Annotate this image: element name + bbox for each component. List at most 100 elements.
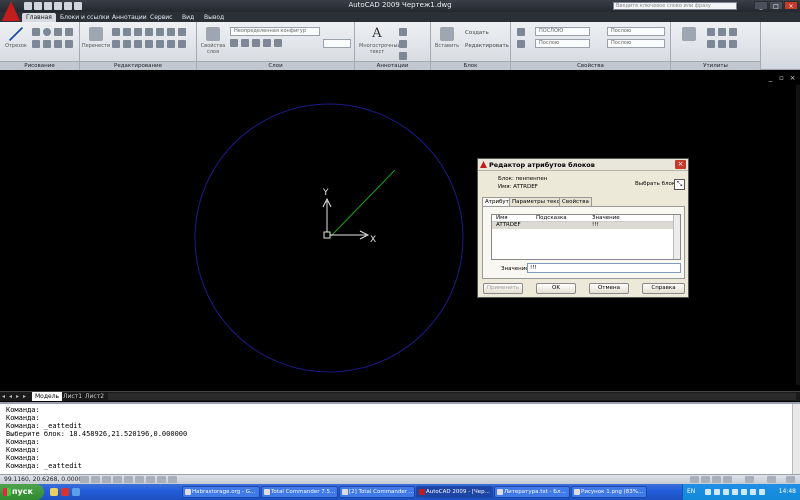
annotation-scale-icon[interactable] [745,476,754,483]
workspace-icon[interactable] [767,476,776,483]
rotate-icon[interactable] [112,28,120,36]
last-layout-icon[interactable]: ▸ [23,393,29,400]
zoom-icon[interactable] [723,476,732,483]
command-scrollbar[interactable] [792,404,800,474]
panel-utilities-title[interactable]: Утилиты [671,61,760,70]
linetype-combo[interactable]: Послою [535,39,590,48]
polar-toggle[interactable] [113,476,122,483]
column-value[interactable]: Значение [592,215,620,222]
polyline-icon[interactable] [32,28,40,36]
tab-properties[interactable]: Свойства [559,197,592,206]
panel-modify-title[interactable]: Редактирование [80,61,196,70]
dimension-icon[interactable] [399,28,407,36]
line-entity[interactable] [330,169,396,237]
tray-misc-icon[interactable] [759,489,765,495]
prev-layout-icon[interactable]: ◂ [9,393,15,400]
mtext-tool[interactable]: A Многострочный текст [359,27,401,56]
color-combo[interactable]: ПОСЛОЮ [535,27,590,36]
tray-app-icon[interactable] [705,489,711,495]
trim-icon[interactable] [123,28,131,36]
tray-update-icon[interactable] [741,489,747,495]
clock[interactable]: 14:48 [779,488,796,495]
plotstyle-combo[interactable]: Послою [607,39,665,48]
circle-icon[interactable] [43,28,51,36]
task-totalcmd2[interactable]: [2] Total Commander ... [339,486,415,498]
layer-lock-icon[interactable] [252,39,260,47]
column-name[interactable]: Имя [496,215,508,222]
layer-color-icon[interactable] [263,39,271,47]
help-button[interactable]: Справка [642,283,685,294]
tray-volume-icon[interactable] [723,489,729,495]
panel-draw-title[interactable]: Рисование [0,61,79,70]
lwt-toggle[interactable] [168,476,177,483]
list-icon[interactable] [517,40,525,48]
grid-toggle[interactable] [91,476,100,483]
table-icon[interactable] [399,52,407,60]
lineweight-combo[interactable]: Послою [607,27,665,36]
edit-block-button[interactable]: Редактировать [465,43,509,49]
maximize-icon[interactable]: □ [769,1,783,10]
quicklaunch-browser-icon[interactable] [61,488,69,496]
value-input[interactable]: !!! [527,263,681,273]
layer-match-icon[interactable] [274,39,282,47]
rectangle-icon[interactable] [65,28,73,36]
join-icon[interactable] [178,40,186,48]
layer-combo[interactable]: Неопределенная конфигур [230,27,320,36]
tray-antivirus-icon[interactable] [732,489,738,495]
start-button[interactable]: пуск [0,484,44,500]
tab-annotation[interactable]: Аннотации [108,13,151,22]
mirror-icon[interactable] [156,28,164,36]
arc-icon[interactable] [54,28,62,36]
find-icon[interactable] [718,28,726,36]
clean-screen-icon[interactable] [786,476,795,483]
horizontal-scrollbar[interactable] [108,393,796,400]
layer-on-icon[interactable] [230,39,238,47]
ellipse-icon[interactable] [43,40,51,48]
vertical-scrollbar[interactable] [796,85,800,385]
tab-output[interactable]: Вывод [200,13,228,22]
apply-button[interactable]: Применить [483,283,523,294]
panel-annotation-title[interactable]: Аннотации [355,61,430,70]
model-space-icon[interactable] [690,476,699,483]
tab-view[interactable]: Вид [178,13,198,22]
explode-icon[interactable] [178,28,186,36]
tab-blocks[interactable]: Блоки и ссылки [56,13,114,22]
next-layout-icon[interactable]: ▸ [16,393,22,400]
first-layout-icon[interactable]: ◂ [2,393,8,400]
copy-icon[interactable] [145,28,153,36]
quickcalc-icon[interactable] [729,28,737,36]
tab-model[interactable]: Модель [32,392,63,401]
pick-block-icon[interactable]: ⤡ [674,179,685,190]
command-window[interactable]: Команда: Команда: Команда: _eattedit Выб… [0,402,800,474]
tab-tools[interactable]: Сервис [146,13,176,22]
hatch-icon[interactable] [32,40,40,48]
viewport-close-icon[interactable]: × [789,75,796,82]
dialog-title-bar[interactable]: Редактор атрибутов блоков × [478,159,688,171]
snap-toggle[interactable] [80,476,89,483]
task-image[interactable]: Рисунок 1.png (83%... [571,486,647,498]
scale-icon[interactable] [123,40,131,48]
dyn-toggle[interactable] [157,476,166,483]
fillet-icon[interactable] [167,28,175,36]
insert-tool[interactable]: Вставить [431,27,463,49]
attribute-list[interactable]: Имя Подсказка Значение ATTRDEF !!! [491,214,681,260]
erase-icon[interactable] [134,28,142,36]
segment-tool[interactable]: Отрезок [0,27,32,49]
quicklaunch-desktop-icon[interactable] [72,488,80,496]
command-line[interactable]: Команда: _eattedit [6,462,187,470]
match-props-icon[interactable] [517,28,525,36]
ok-button[interactable]: OK [536,283,576,294]
quicklaunch-folder-icon[interactable] [50,488,58,496]
tray-security-icon[interactable] [750,489,756,495]
panel-block-title[interactable]: Блок [431,61,510,70]
attribute-row[interactable]: ATTRDEF !!! [492,222,674,229]
minimize-icon[interactable]: _ [754,1,768,10]
tab-sheet2[interactable]: Лист2 [82,392,107,401]
leader-icon[interactable] [399,40,407,48]
measure-tool[interactable] [673,27,705,43]
viewport-restore-icon[interactable]: ▫ [778,75,785,82]
tray-network-icon[interactable] [714,489,720,495]
cancel-button[interactable]: Отмена [589,283,629,294]
point-icon[interactable] [65,40,73,48]
otrack-toggle[interactable] [135,476,144,483]
